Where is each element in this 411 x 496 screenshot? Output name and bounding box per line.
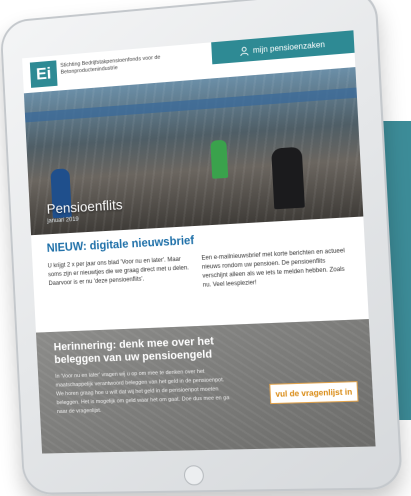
fund-logo: Ei <box>29 60 58 88</box>
hero-banner: Pensioenflits januari 2019 <box>23 67 364 236</box>
article-column-left: U krijgt 2 x per jaar ons blad 'Voor nu … <box>47 256 190 288</box>
my-pension-label: mijn pensioenzaken <box>252 39 326 55</box>
hero-photo-worker <box>271 146 305 210</box>
tablet-frame: Ei Stichting Bedrijfstakpensioenfonds vo… <box>0 0 404 495</box>
reminder-body: In 'Voor nu en later' vragen wij u op om… <box>55 368 230 416</box>
article-columns: U krijgt 2 x per jaar ons blad 'Voor nu … <box>48 247 353 298</box>
reminder-heading: Herinnering: denk mee over het beleggen … <box>53 335 215 367</box>
hero-photo-worker <box>210 139 229 179</box>
newsletter-screen: Ei Stichting Bedrijfstakpensioenfonds vo… <box>22 30 376 454</box>
home-button[interactable] <box>183 465 205 486</box>
person-icon <box>240 46 250 56</box>
my-pension-button[interactable]: mijn pensioenzaken <box>211 30 355 65</box>
newsletter-title: Pensioenflits <box>46 196 123 217</box>
questionnaire-button[interactable]: vul de vragenlijst in <box>269 381 359 405</box>
article-column-right: Een e-mailnieuwsbrief met korte berichte… <box>201 248 345 289</box>
hero-photo-crane <box>24 87 357 123</box>
newsletter-date: januari 2019 <box>47 216 79 225</box>
reminder-section: Herinnering: denk mee over het beleggen … <box>35 319 376 454</box>
org-name: Stichting Bedrijfstakpensioenfonds voor … <box>60 54 161 76</box>
